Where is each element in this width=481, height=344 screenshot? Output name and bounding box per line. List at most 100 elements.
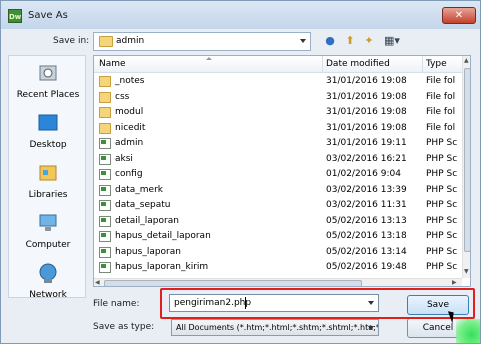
scroll-down-icon[interactable]: ▼	[464, 268, 469, 276]
network-icon	[39, 263, 57, 283]
save-in-value: admin	[116, 36, 145, 46]
php-file-icon	[99, 246, 111, 258]
file-name-cell: admin	[115, 138, 144, 148]
place-computer[interactable]: Computer	[9, 210, 87, 258]
column-header-name[interactable]: Name	[99, 59, 126, 69]
folder-icon	[99, 91, 111, 103]
file-name-cell: hapus_laporan_kirim	[115, 262, 209, 272]
file-type-cell: File fol	[426, 122, 456, 133]
file-row[interactable]: _notes 31/01/2016 19:08 File fol	[94, 74, 462, 90]
scroll-right-icon[interactable]: ▶	[452, 279, 457, 286]
scroll-left-icon[interactable]: ◀	[95, 279, 100, 286]
php-file-icon	[99, 200, 111, 211]
place-recent-places[interactable]: Recent Places	[9, 60, 87, 108]
file-date-cell: 05/02/2016 13:18	[326, 231, 407, 241]
save-in-dropdown[interactable]: admin	[93, 32, 311, 51]
file-date-cell: 31/01/2016 19:08	[326, 91, 407, 102]
file-date-cell: 03/02/2016 13:39	[326, 184, 407, 195]
php-file-icon	[99, 215, 111, 227]
file-name-label: File name:	[93, 299, 140, 309]
save-as-type-label: Save as type:	[93, 322, 155, 332]
annotation-highlight-box	[160, 288, 475, 319]
close-button[interactable]: ✕	[442, 7, 476, 24]
recent-places-icon	[39, 65, 57, 81]
file-type-cell: File fol	[426, 107, 456, 117]
file-type-cell: PHP Sc	[426, 184, 458, 195]
horizontal-scrollbar[interactable]: ◀ ▶	[94, 278, 462, 286]
file-date-cell: 01/02/2016 9:04	[326, 169, 401, 179]
libraries-icon	[39, 165, 57, 181]
save-in-label: Save in:	[53, 36, 90, 46]
file-row[interactable]: detail_laporan 05/02/2016 13:13 PHP Sc	[94, 214, 462, 230]
file-name-cell: modul	[115, 107, 144, 117]
file-type-cell: File fol	[426, 76, 456, 86]
place-desktop[interactable]: Desktop	[9, 110, 87, 158]
file-name-cell: data_merk	[115, 184, 163, 195]
place-label: Network	[29, 290, 67, 300]
file-date-cell: 05/02/2016 13:13	[326, 215, 407, 226]
php-file-icon	[99, 169, 111, 180]
place-label: Libraries	[28, 190, 68, 200]
vertical-scroll-thumb[interactable]	[464, 68, 470, 252]
file-row[interactable]: config 01/02/2016 9:04 PHP Sc	[94, 167, 462, 183]
file-row[interactable]: modul 31/01/2016 19:08 File fol	[94, 105, 462, 121]
php-file-icon	[99, 231, 111, 242]
vertical-scrollbar[interactable]: ▲ ▼	[462, 56, 470, 278]
file-name-cell: css	[115, 91, 130, 102]
place-network[interactable]: Network	[9, 260, 87, 308]
place-libraries[interactable]: Libraries	[9, 160, 87, 208]
file-type-cell: PHP Sc	[426, 169, 458, 179]
save-as-type-dropdown[interactable]: All Documents (*.htm;*.html;*.shtm;*.sht…	[171, 319, 379, 336]
file-name-cell: detail_laporan	[115, 215, 179, 226]
column-divider[interactable]	[322, 56, 323, 73]
folder-icon	[99, 76, 111, 87]
chevron-down-icon	[300, 39, 306, 43]
scroll-up-icon[interactable]: ▲	[464, 57, 469, 65]
column-header-date[interactable]: Date modified	[326, 59, 390, 69]
file-type-cell: File fol	[426, 91, 456, 102]
column-divider[interactable]	[422, 56, 423, 73]
folder-icon	[99, 107, 111, 118]
file-list-header: Name Date modified Type	[94, 56, 462, 73]
file-row[interactable]: data_merk 03/02/2016 13:39 PHP Sc	[94, 183, 462, 199]
file-date-cell: 31/01/2016 19:08	[326, 122, 407, 133]
file-row[interactable]: hapus_laporan 05/02/2016 13:14 PHP Sc	[94, 245, 462, 261]
file-row[interactable]: nicedit 31/01/2016 19:08 File fol	[94, 121, 462, 137]
file-name-cell: hapus_detail_laporan	[115, 231, 211, 241]
file-type-cell: PHP Sc	[426, 231, 458, 241]
file-row[interactable]: data_sepatu 03/02/2016 11:31 PHP Sc	[94, 198, 462, 214]
title-bar[interactable]: Dw Save As ✕	[1, 1, 480, 29]
desktop-icon	[38, 114, 58, 131]
folder-icon	[99, 122, 111, 134]
file-type-cell: PHP Sc	[426, 138, 458, 148]
place-label: Desktop	[29, 140, 67, 150]
file-type-cell: PHP Sc	[426, 153, 458, 164]
horizontal-scroll-thumb[interactable]	[104, 280, 362, 286]
file-date-cell: 31/01/2016 19:08	[326, 107, 407, 117]
file-row[interactable]: hapus_laporan_kirim 05/02/2016 19:48 PHP S…	[94, 260, 462, 276]
file-type-cell: PHP Sc	[426, 200, 458, 210]
file-list[interactable]: Name Date modified Type _notes 31/01/2016…	[93, 55, 471, 287]
back-icon[interactable]: ●	[322, 33, 338, 49]
place-label: Computer	[25, 240, 71, 250]
php-file-icon	[99, 138, 111, 149]
computer-icon	[39, 214, 57, 231]
places-bar: Recent Places Desktop Libraries Computer…	[8, 55, 87, 300]
file-row[interactable]: admin 31/01/2016 19:11 PHP Sc	[94, 136, 462, 152]
file-row[interactable]: aksi 03/02/2016 16:21 PHP Sc	[94, 152, 462, 168]
file-name-cell: hapus_laporan	[115, 246, 181, 257]
dialog-title: Save As	[28, 10, 68, 21]
file-row[interactable]: css 31/01/2016 19:08 File fol	[94, 90, 462, 106]
column-header-type[interactable]: Type	[426, 59, 447, 69]
file-date-cell: 31/01/2016 19:11	[326, 138, 407, 148]
save-as-dialog: Dw Save As ✕ Save in: admin ● ⬆ ✦ ▦▾ Rec…	[0, 0, 481, 344]
folder-icon	[99, 36, 113, 47]
new-folder-icon[interactable]: ✦	[361, 33, 377, 49]
up-folder-icon[interactable]: ⬆	[342, 33, 358, 49]
view-menu-icon[interactable]: ▦▾	[382, 33, 402, 49]
file-row[interactable]: hapus_detail_laporan 05/02/2016 13:18 PHP …	[94, 229, 462, 245]
save-as-type-value: All Documents (*.htm;*.html;*.shtm;*.sht…	[176, 323, 379, 332]
php-file-icon	[99, 153, 111, 165]
file-date-cell: 03/02/2016 16:21	[326, 153, 407, 164]
sort-ascending-icon	[206, 57, 212, 60]
